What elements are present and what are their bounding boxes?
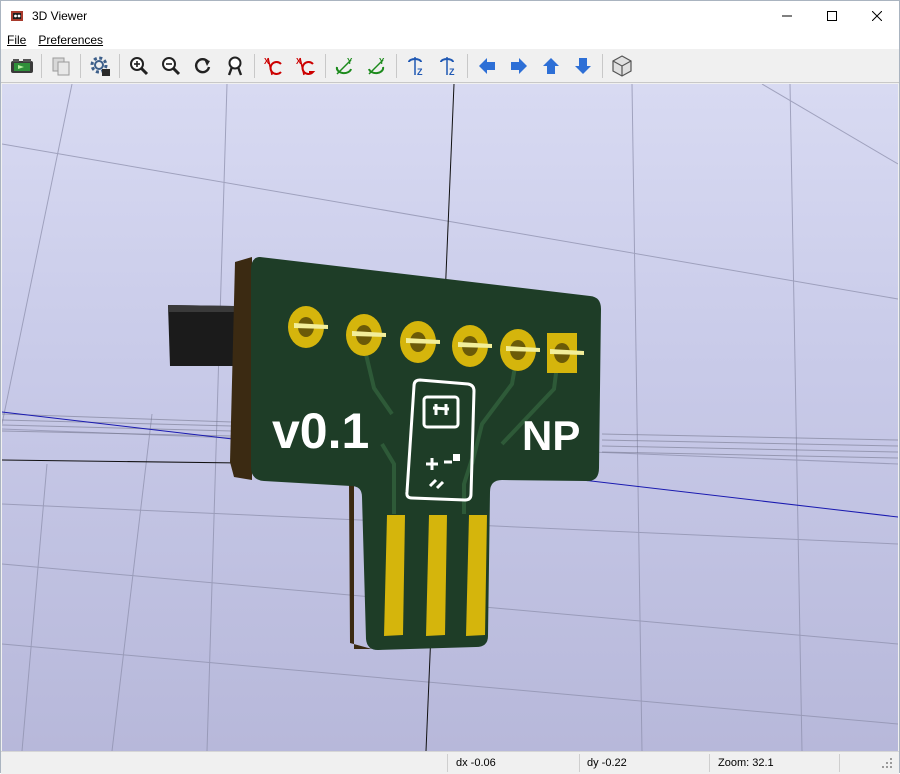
rotate-x-cw-icon: X <box>264 57 282 75</box>
close-icon <box>871 11 882 21</box>
window-title: 3D Viewer <box>32 9 88 23</box>
edge-finger <box>426 515 447 636</box>
rotate-z-cw-button[interactable]: Z <box>400 51 432 81</box>
settings-button[interactable] <box>84 51 116 81</box>
svg-text:Z: Z <box>449 67 455 77</box>
zoom-fit-button[interactable] <box>219 51 251 81</box>
rotate-z-cw-icon: Z <box>408 56 423 77</box>
3d-scene: v0.1 NP <box>2 84 898 751</box>
rotate-y-ccw-icon: Y <box>368 57 385 75</box>
minimize-icon <box>781 15 792 17</box>
silkscreen-version-label: v0.1 <box>272 403 369 459</box>
zoom-out-button[interactable] <box>155 51 187 81</box>
menu-file[interactable]: File <box>1 33 32 47</box>
app-window: 3D Viewer File Preferences X X Z Z v0.1 … <box>0 0 900 774</box>
menu-preferences[interactable]: Preferences <box>32 33 109 47</box>
pan-down-button[interactable] <box>567 51 599 81</box>
pcb-edge <box>230 257 252 480</box>
status-dy: dy -0.22 <box>587 757 627 769</box>
pan-right-icon <box>511 57 527 74</box>
render-raytraced-icon <box>11 58 33 73</box>
3d-viewer-app-icon <box>10 9 24 23</box>
status-dx: dx -0.06 <box>456 757 496 769</box>
zoom-out-icon <box>162 56 181 75</box>
connector-body <box>168 305 236 366</box>
render-raytraced-button[interactable] <box>6 51 38 81</box>
settings-gear-icon <box>90 56 110 76</box>
rotate-y-ccw-button[interactable]: Y <box>361 51 393 81</box>
maximize-button[interactable] <box>809 1 854 31</box>
resize-grip-icon[interactable] <box>881 752 893 774</box>
pan-left-icon <box>479 57 495 74</box>
zoom-in-button[interactable] <box>123 51 155 81</box>
rotate-x-ccw-icon: X <box>296 57 316 75</box>
pan-down-icon <box>575 57 591 74</box>
maximize-icon <box>826 11 837 21</box>
ortho-perspective-icon <box>612 54 632 77</box>
close-button[interactable] <box>854 1 899 31</box>
edge-finger <box>466 515 487 636</box>
zoom-in-icon <box>130 56 149 75</box>
pan-right-button[interactable] <box>503 51 535 81</box>
pan-up-icon <box>543 57 559 74</box>
rotate-y-cw-button[interactable]: Y <box>329 51 361 81</box>
rotate-x-cw-button[interactable]: X <box>258 51 290 81</box>
redraw-button[interactable] <box>187 51 219 81</box>
rotate-x-ccw-button[interactable]: X <box>290 51 322 81</box>
title-bar[interactable]: 3D Viewer <box>1 1 899 31</box>
minimize-button[interactable] <box>764 1 809 31</box>
pan-up-button[interactable] <box>535 51 567 81</box>
ortho-perspective-button[interactable] <box>606 51 638 81</box>
rotate-z-ccw-button[interactable]: Z <box>432 51 464 81</box>
silkscreen-np-label: NP <box>522 412 580 459</box>
pan-left-button[interactable] <box>471 51 503 81</box>
status-zoom: Zoom: 32.1 <box>718 757 774 769</box>
menu-bar: File Preferences <box>1 31 899 49</box>
rotate-z-ccw-icon: Z <box>440 56 455 77</box>
edge-fingers <box>384 515 487 636</box>
edge-finger <box>384 515 405 636</box>
status-bar: dx -0.06 dy -0.22 Zoom: 32.1 <box>1 751 899 774</box>
zoom-fit-icon <box>227 56 243 75</box>
copy-image-icon <box>52 57 70 75</box>
toolbar: X X Y Y Z Z <box>1 49 899 83</box>
copy-image-button[interactable] <box>45 51 77 81</box>
3d-viewport[interactable]: v0.1 NP <box>2 84 898 751</box>
redraw-icon <box>194 57 211 73</box>
rotate-y-cw-icon: Y <box>335 57 353 75</box>
svg-text:Z: Z <box>417 67 423 77</box>
